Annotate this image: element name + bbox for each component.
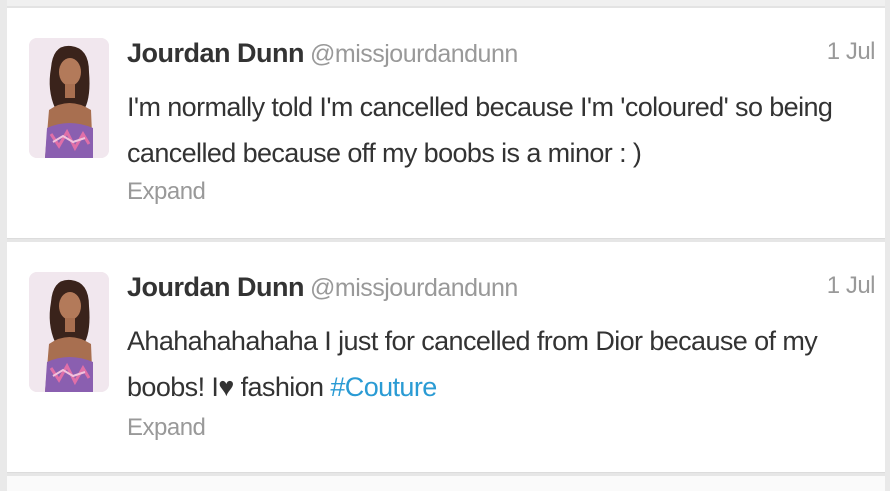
tweet-timestamp[interactable]: 1 Jul <box>827 38 876 66</box>
tweet-feed: Jourdan Dunn @missjourdandunn 1 Jul I'm n… <box>0 0 890 491</box>
tweet-header: Jourdan Dunn @missjourdandunn <box>127 272 865 308</box>
user-name[interactable]: Jourdan Dunn <box>127 38 305 68</box>
tweet-item[interactable]: Jourdan Dunn @missjourdandunn 1 Jul Ahaha… <box>7 242 885 472</box>
user-handle[interactable]: @missjourdandunn <box>310 40 518 68</box>
expand-link[interactable]: Expand <box>127 178 206 206</box>
tweet-text: Ahahahahahaha I just for cancelled from … <box>127 318 865 410</box>
tweet-item[interactable]: Jourdan Dunn @missjourdandunn 1 Jul I'm n… <box>7 8 885 238</box>
tweet-text-body: Ahahahahahaha I just for cancelled from … <box>127 326 818 402</box>
tweet-timestamp[interactable]: 1 Jul <box>827 272 876 300</box>
avatar[interactable] <box>29 38 109 158</box>
expand-link[interactable]: Expand <box>127 414 206 442</box>
feed-bottom <box>7 476 885 491</box>
avatar[interactable] <box>29 272 109 392</box>
avatar-image <box>29 272 109 392</box>
avatar-image <box>29 38 109 158</box>
user-handle[interactable]: @missjourdandunn <box>310 274 518 302</box>
tweet-header: Jourdan Dunn @missjourdandunn <box>127 38 865 74</box>
user-name[interactable]: Jourdan Dunn <box>127 272 305 302</box>
tweet-text: I'm normally told I'm cancelled because … <box>127 92 833 168</box>
hashtag-link[interactable]: #Couture <box>330 372 437 402</box>
feed-top-border <box>7 0 885 8</box>
